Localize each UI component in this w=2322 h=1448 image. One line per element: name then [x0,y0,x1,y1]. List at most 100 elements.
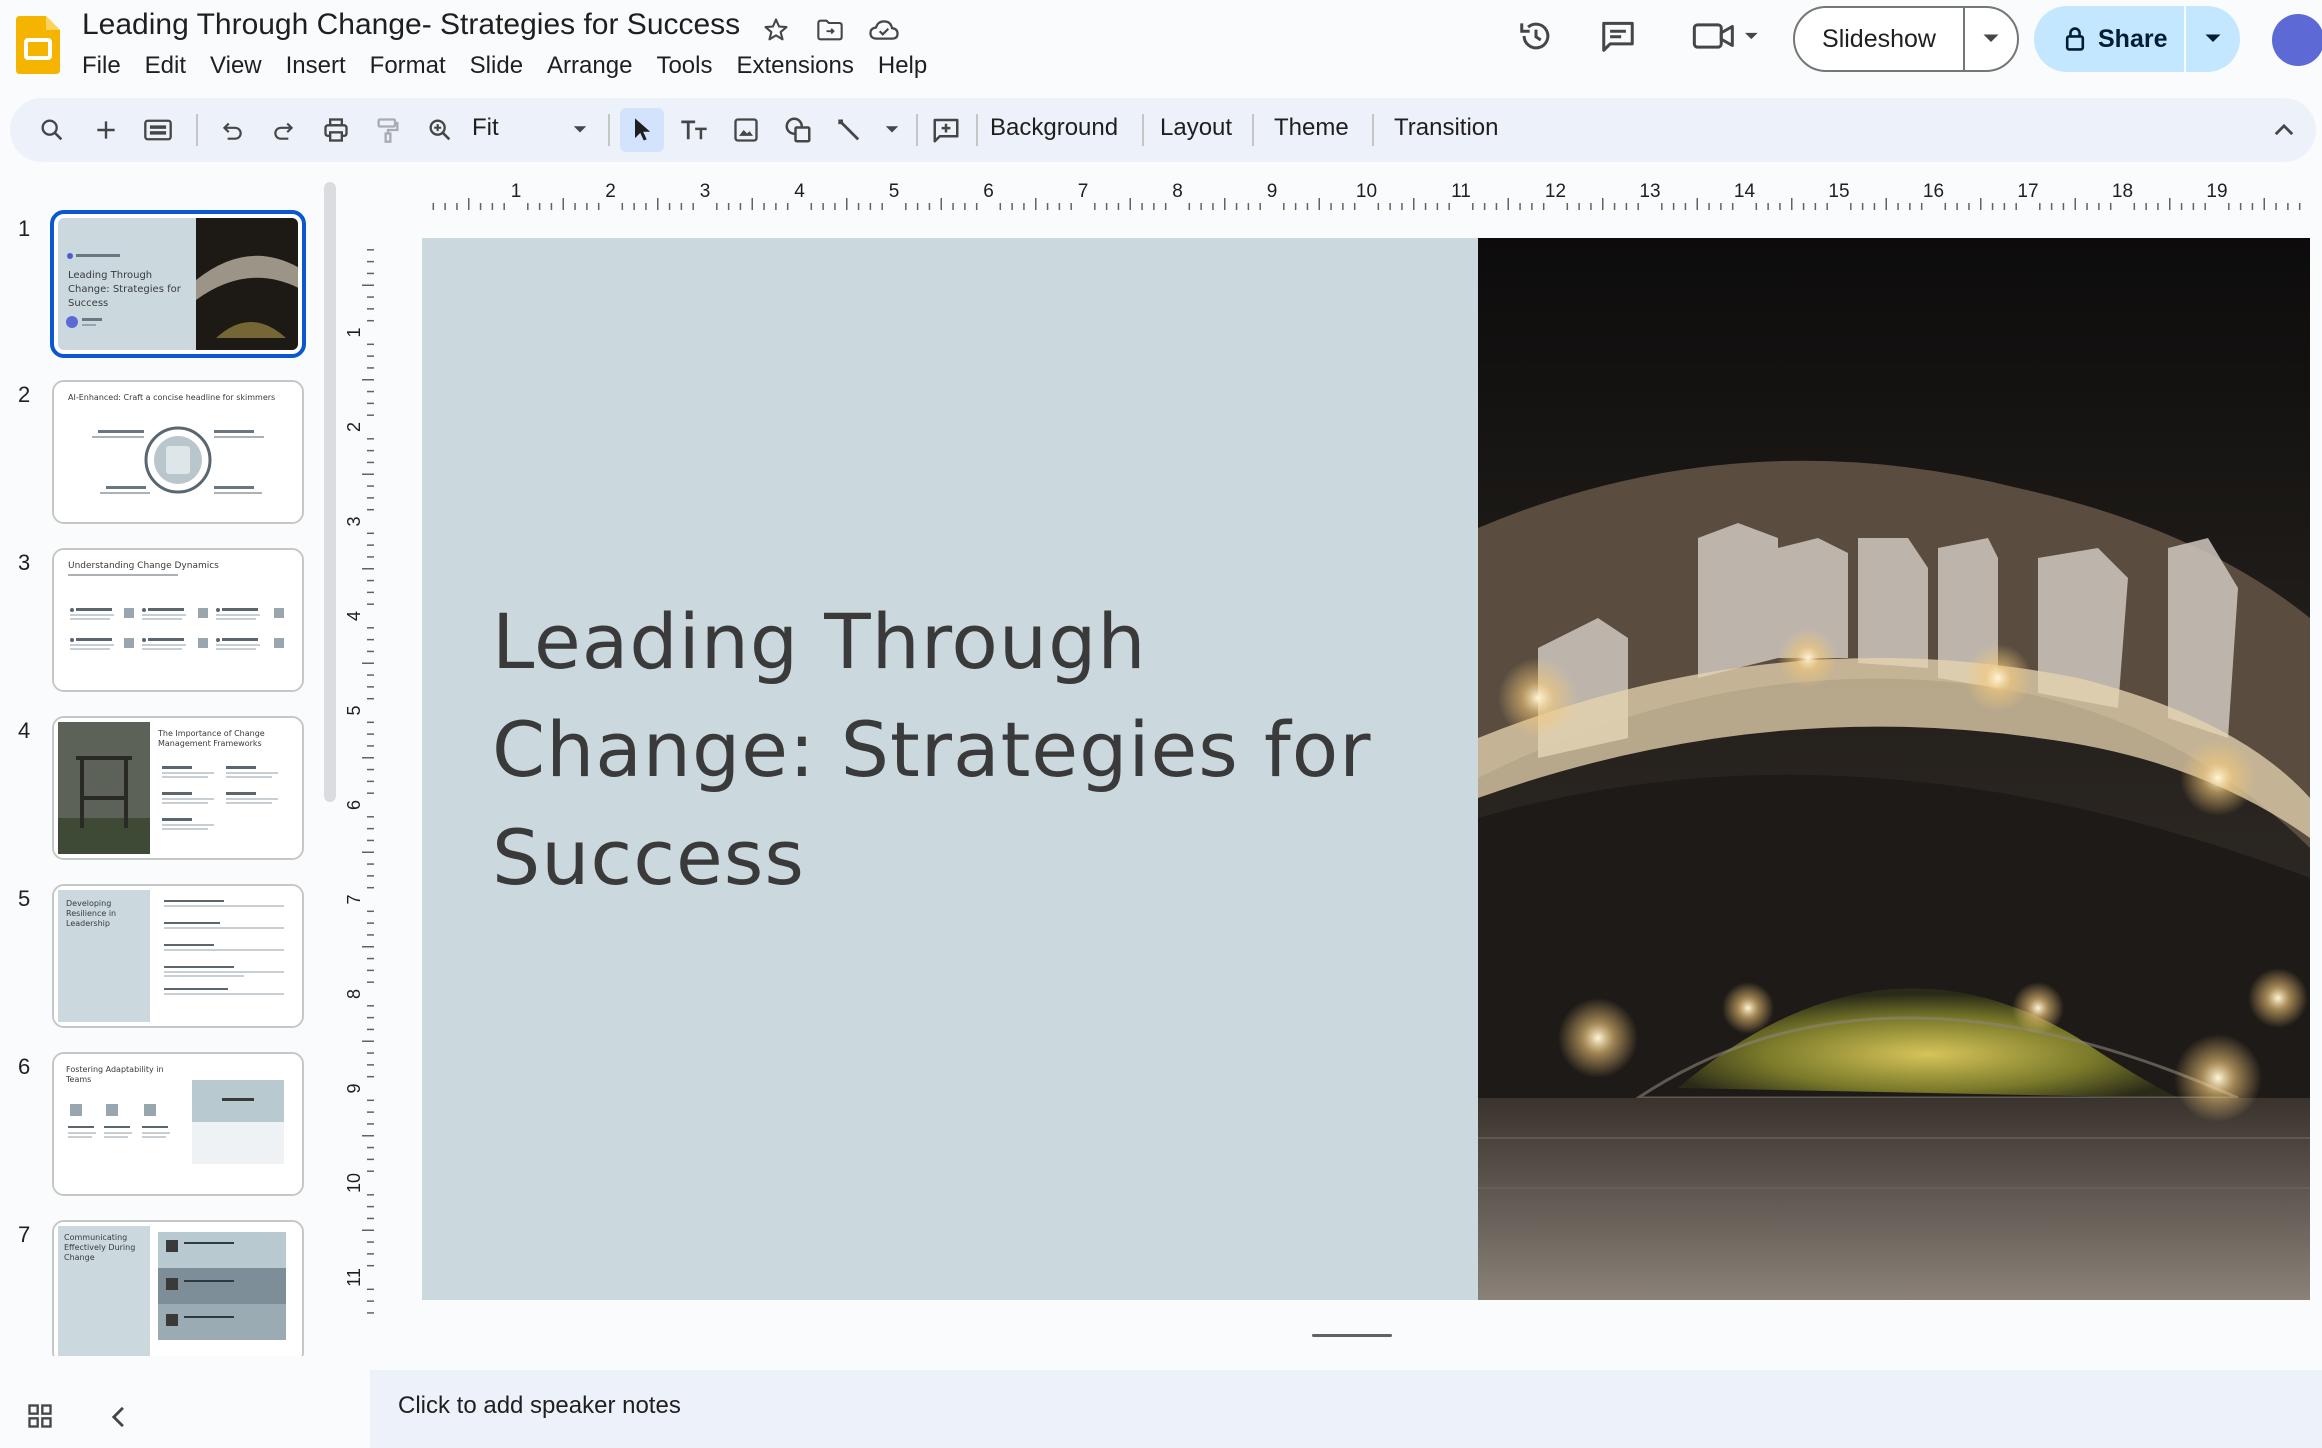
layout-button[interactable]: Layout [1160,114,1232,142]
notes-resize-handle[interactable] [1312,1334,1392,1337]
svg-text:Success: Success [68,298,108,309]
svg-text:Fostering Adaptability in: Fostering Adaptability in [66,1065,164,1074]
title-icons [760,14,900,46]
ruler-label: 7 [344,894,364,904]
collapse-toolbar-icon[interactable] [2262,108,2306,152]
account-avatar[interactable] [2272,14,2322,66]
svg-text:The Importance of Change: The Importance of Change [157,729,265,738]
toolbar: Fit Background Layout Theme Transition [10,98,2316,162]
ruler-label: 16 [1923,181,1944,202]
ruler-label: 8 [344,989,364,999]
search-menus-icon[interactable] [30,108,74,152]
menu-view[interactable]: View [198,50,274,82]
menu-edit[interactable]: Edit [133,50,198,82]
ruler-label: 2 [605,181,616,202]
toolbar-divider [196,114,198,146]
ruler-label: 3 [700,181,711,202]
cloud-gate-photo[interactable] [1478,238,2310,1300]
ruler-label: 5 [889,181,900,202]
menu-format[interactable]: Format [358,50,458,82]
svg-text:Developing: Developing [66,899,111,908]
menu-file[interactable]: File [70,50,133,82]
horizontal-ruler[interactable]: 1 2 3 4 5 6 7 8 9 10 11 12 13 14 15 16 17 18 19 [370,176,2322,212]
star-icon[interactable] [760,14,792,46]
theme-button[interactable]: Theme [1274,114,1349,142]
menu-arrange[interactable]: Arrange [535,50,644,82]
speaker-notes-placeholder[interactable]: Click to add speaker notes [398,1392,681,1420]
select-cursor-icon[interactable] [620,108,664,152]
filmstrip: 1 Leading Through Change: Strategies for… [0,196,340,1356]
comments-icon[interactable] [1594,12,1642,60]
meet-camera-icon[interactable] [1686,12,1766,60]
slideshow-label[interactable]: Slideshow [1795,25,1963,54]
slide-number: 6 [18,1054,31,1079]
zoom-select[interactable]: Fit [472,114,499,142]
collapse-filmstrip-icon[interactable] [108,1404,134,1434]
ruler-label: 10 [344,1173,364,1193]
menu-tools[interactable]: Tools [644,50,724,82]
share-button[interactable]: Share [2034,6,2240,72]
ruler-label: 9 [1267,181,1278,202]
svg-text:Understanding Change Dynamics: Understanding Change Dynamics [68,561,219,571]
ruler-label: 9 [344,1083,364,1093]
shape-icon[interactable] [776,108,820,152]
slide-layout-icon[interactable] [136,108,180,152]
svg-text:Change: Change [64,1253,95,1262]
cloud-saved-icon[interactable] [868,14,900,46]
grid-view-icon[interactable] [26,1402,56,1432]
menu-help[interactable]: Help [866,50,939,82]
ruler-label: 1 [511,181,522,202]
ruler-label: 19 [2206,181,2227,202]
zoom-icon[interactable] [418,108,462,152]
svg-text:Resilience in: Resilience in [66,909,116,918]
share-dropdown-icon[interactable] [2186,33,2240,45]
zoom-dropdown-icon[interactable] [558,108,602,152]
redo-icon[interactable] [262,108,306,152]
version-history-icon[interactable] [1512,12,1560,60]
slides-app: Leading Through Change- Strategies for S… [0,0,2322,1448]
move-folder-icon[interactable] [814,14,846,46]
thumbnail-content: Leading Through Change: Strategies for S… [58,218,298,350]
slide-thumbnail-1[interactable]: Leading Through Change: Strategies for S… [50,210,306,358]
share-label: Share [2098,24,2168,53]
slide-thumbnail-3[interactable]: Understanding Change Dynamics [52,548,304,692]
slide-number: 3 [18,550,31,575]
slides-logo-icon[interactable] [16,16,60,74]
background-button[interactable]: Background [990,114,1118,142]
print-icon[interactable] [314,108,358,152]
document-title[interactable]: Leading Through Change- Strategies for S… [82,8,740,42]
svg-text:Leadership: Leadership [66,919,110,928]
toolbar-divider [608,114,610,146]
add-comment-icon[interactable] [924,108,968,152]
transition-button[interactable]: Transition [1394,114,1498,142]
speaker-notes[interactable]: Click to add speaker notes [370,1370,2322,1448]
slide-thumbnail-4[interactable]: The Importance of Change Management Fram… [52,716,304,860]
slideshow-button[interactable]: Slideshow [1793,6,2019,72]
menu-bar: File Edit View Insert Format Slide Arran… [70,50,939,82]
slide-thumbnail-2[interactable]: AI-Enhanced: Craft a concise headline fo… [52,380,304,524]
line-dropdown-icon[interactable] [870,108,914,152]
paint-format-icon[interactable] [366,108,410,152]
slide-thumbnail-5[interactable]: Developing Resilience in Leadership [52,884,304,1028]
new-slide-icon[interactable] [84,108,128,152]
menu-insert[interactable]: Insert [274,50,358,82]
lock-icon [2065,27,2085,51]
toolbar-divider [1372,114,1374,146]
vertical-ruler[interactable]: 1 2 3 4 5 6 7 8 9 10 11 [340,212,376,1320]
menu-extensions[interactable]: Extensions [724,50,865,82]
text-box-icon[interactable] [672,108,716,152]
slide-canvas[interactable]: Leading Through Change: Strategies for S… [422,238,2310,1300]
insert-image-icon[interactable] [724,108,768,152]
toolbar-divider [1252,114,1254,146]
undo-icon[interactable] [210,108,254,152]
menu-slide[interactable]: Slide [458,50,535,82]
share-main[interactable]: Share [2034,25,2184,54]
toolbar-divider [1142,114,1144,146]
ruler-label: 12 [1545,181,1566,202]
slide-title-textbox[interactable]: Leading Through Change: Strategies for S… [492,588,1392,912]
slideshow-dropdown-icon[interactable] [1965,33,2017,45]
slide-thumbnail-7[interactable]: Communicating Effectively During Change [52,1220,304,1356]
line-icon[interactable] [828,108,872,152]
ruler-label: 17 [2017,181,2038,202]
slide-thumbnail-6[interactable]: Fostering Adaptability in Teams [52,1052,304,1196]
